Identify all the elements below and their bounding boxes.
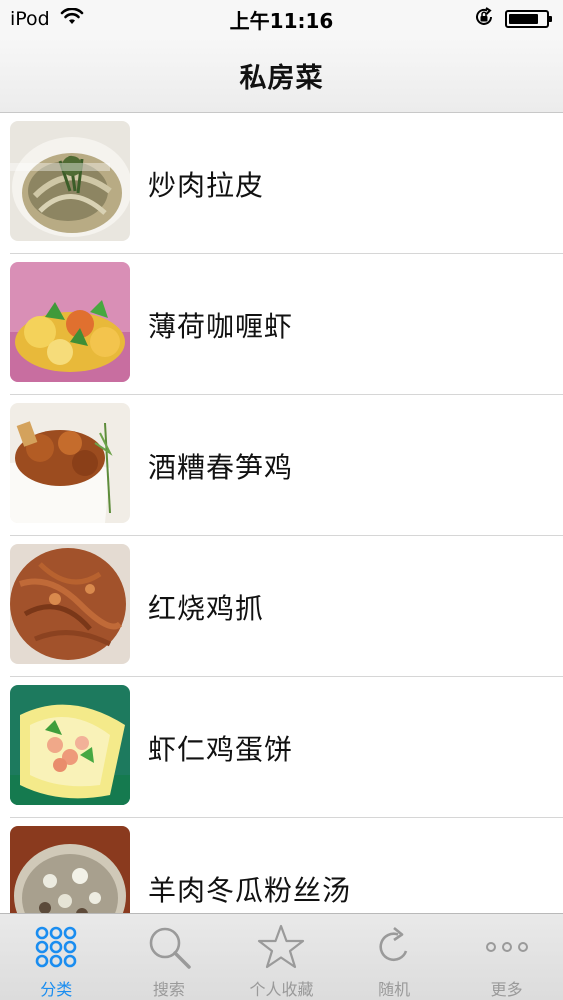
recipe-row-2[interactable]: 酒糟春笋鸡: [0, 395, 563, 536]
tab-random[interactable]: 随机: [338, 914, 451, 1000]
recipe-row-3[interactable]: 红烧鸡抓: [0, 536, 563, 677]
star-icon: [257, 924, 305, 970]
recipe-list[interactable]: 炒肉拉皮 薄荷咖喱虾 酒糟春笋鸡 红烧鸡抓 虾仁鸡蛋饼 羊肉冬瓜粉丝汤: [0, 113, 563, 913]
recipe-title: 虾仁鸡蛋饼: [148, 732, 294, 766]
recipe-row-5[interactable]: 羊肉冬瓜粉丝汤: [0, 818, 563, 913]
tab-search[interactable]: 搜索: [113, 914, 226, 1000]
tab-label: 分类: [40, 980, 73, 999]
battery-fill: [509, 14, 538, 24]
tab-bar: 分类 搜索 个人收藏 随机 更多: [0, 913, 563, 1000]
recipe-thumbnail: [10, 262, 130, 382]
tab-category[interactable]: 分类: [0, 914, 113, 1000]
recipe-title: 薄荷咖喱虾: [148, 309, 294, 343]
recipe-thumbnail: [10, 685, 130, 805]
grid-dots-icon: [32, 924, 80, 970]
tab-label: 更多: [490, 980, 523, 999]
recipe-title: 红烧鸡抓: [148, 591, 265, 625]
recipe-title: 羊肉冬瓜粉丝汤: [148, 873, 352, 907]
page-title: 私房菜: [239, 62, 324, 94]
status-bar: iPod 上午11:16: [0, 0, 563, 38]
navigation-bar: 私房菜: [0, 38, 563, 113]
refresh-icon: [370, 924, 418, 970]
carrier-label: iPod: [10, 8, 50, 30]
tab-label: 搜索: [152, 980, 185, 999]
recipe-row-1[interactable]: 薄荷咖喱虾: [0, 254, 563, 395]
more-dots-icon: [483, 924, 531, 970]
status-left: iPod: [10, 7, 84, 31]
recipe-thumbnail: [10, 544, 130, 664]
wifi-icon: [60, 7, 84, 31]
recipe-thumbnail: [10, 826, 130, 913]
recipe-row-0[interactable]: 炒肉拉皮: [0, 113, 563, 254]
recipe-title: 酒糟春笋鸡: [148, 450, 294, 484]
orientation-lock-icon: [473, 6, 495, 33]
tab-label: 个人收藏: [249, 980, 314, 999]
recipe-title: 炒肉拉皮: [148, 168, 265, 202]
recipe-thumbnail: [10, 121, 130, 241]
tab-label: 随机: [378, 980, 411, 999]
tab-favorites[interactable]: 个人收藏: [225, 914, 338, 1000]
battery-icon: [505, 10, 552, 28]
status-right: [473, 6, 552, 33]
recipe-row-4[interactable]: 虾仁鸡蛋饼: [0, 677, 563, 818]
search-icon: [145, 924, 193, 970]
tab-more[interactable]: 更多: [450, 914, 563, 1000]
recipe-thumbnail: [10, 403, 130, 523]
